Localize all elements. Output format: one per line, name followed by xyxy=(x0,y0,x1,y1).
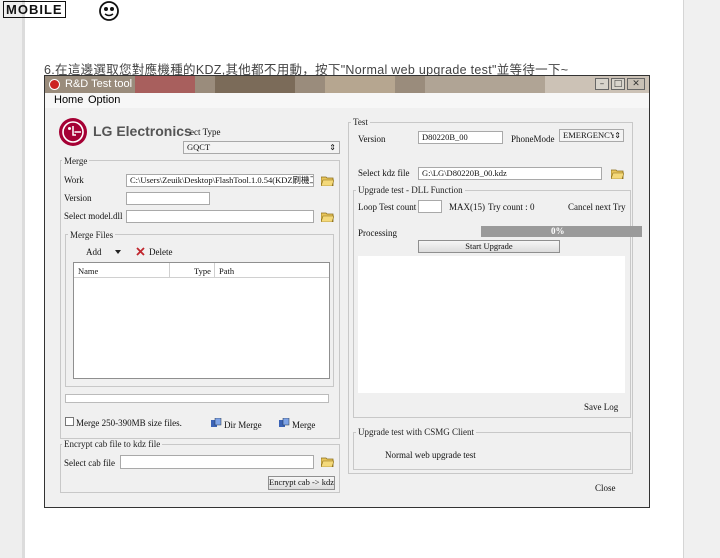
upgrade-log-area[interactable] xyxy=(358,256,625,393)
page-left-margin xyxy=(0,0,22,558)
kdz-path-input[interactable]: G:\LG\D80220B_00.kdz xyxy=(418,167,602,180)
csmg-group-label: Upgrade test with CSMG Client xyxy=(356,427,476,437)
progress-percent-text: 0% xyxy=(551,226,565,236)
cab-browse-folder-icon[interactable] xyxy=(321,457,334,467)
kdz-browse-folder-icon[interactable] xyxy=(611,169,624,179)
merge-progress-bar xyxy=(65,394,329,403)
rd-test-tool-window: R&D Test tool – □ ✕ Home Option LG Elect… xyxy=(44,75,650,508)
site-logo[interactable]: MOBILE xyxy=(3,1,66,18)
merge-size-checkbox-label: Merge 250-390MB size files. xyxy=(76,418,182,428)
menu-home[interactable]: Home xyxy=(54,94,83,106)
add-button[interactable]: Add xyxy=(86,247,102,257)
title-bar-background xyxy=(45,76,649,93)
lg-logo: LG Electronics xyxy=(59,118,193,146)
lg-logo-mark-icon xyxy=(59,118,87,146)
dir-merge-icon xyxy=(211,418,222,427)
phone-mode-value: EMERGENCY xyxy=(563,130,616,140)
column-header-path[interactable]: Path xyxy=(219,266,234,276)
lg-brand-text: LG Electronics xyxy=(93,123,192,139)
merge-version-label: Version xyxy=(64,193,92,203)
page-right-sidebar xyxy=(683,0,720,558)
select-cab-input[interactable] xyxy=(120,455,314,469)
phone-mode-label: PhoneMode xyxy=(511,134,555,144)
window-title: R&D Test tool xyxy=(65,78,133,90)
test-version-label: Version xyxy=(358,134,386,144)
merge-files-list[interactable]: Name Type Path xyxy=(73,262,330,379)
chevron-down-icon: ⇕ xyxy=(329,143,336,152)
test-version-input[interactable]: D80220B_00 xyxy=(418,131,503,144)
start-upgrade-button[interactable]: Start Upgrade xyxy=(418,240,560,253)
add-dropdown-chevron-icon[interactable] xyxy=(115,250,121,254)
try-count-label: Try count : xyxy=(488,202,528,212)
model-dll-browse-folder-icon[interactable] xyxy=(321,212,334,222)
column-divider xyxy=(214,263,215,277)
page-left-border xyxy=(22,0,25,558)
select-model-dll-label: Select model.dll xyxy=(64,211,123,221)
close-window-button[interactable]: ✕ xyxy=(627,78,645,90)
phone-mode-chevron-icon: ⇕ xyxy=(614,130,621,141)
column-header-name[interactable]: Name xyxy=(78,266,98,276)
column-header-type[interactable]: Type xyxy=(194,266,211,276)
cancel-next-try-button[interactable]: Cancel next Try xyxy=(568,202,626,212)
try-count-value: 0 xyxy=(530,202,535,212)
loop-test-count-label: Loop Test count xyxy=(358,202,417,212)
delete-button[interactable]: Delete xyxy=(149,247,172,257)
merge-files-group-label: Merge Files xyxy=(68,230,116,240)
work-browse-folder-icon[interactable] xyxy=(321,176,334,186)
minimize-button[interactable]: – xyxy=(595,78,609,90)
app-icon xyxy=(49,79,60,90)
merge-group-label: Merge xyxy=(62,156,90,166)
merge-version-input[interactable] xyxy=(126,192,210,205)
menu-option[interactable]: Option xyxy=(88,94,120,106)
upgrade-test-group-label: Upgrade test - DLL Function xyxy=(356,185,465,195)
max-count-label: MAX(15) xyxy=(449,202,485,212)
work-path-input[interactable]: C:\Users\Zeuik\Desktop\FlashTool.1.0.54(… xyxy=(126,174,314,187)
test-group-label: Test xyxy=(351,117,370,127)
merge-button[interactable]: Merge xyxy=(292,420,315,430)
merge-icon xyxy=(279,418,290,427)
site-logo-face-icon xyxy=(99,1,119,21)
select-type-value: GQCT xyxy=(187,142,211,152)
encrypt-group-label: Encrypt cab file to kdz file xyxy=(62,439,163,449)
close-button[interactable]: Close xyxy=(595,483,616,493)
maximize-button[interactable]: □ xyxy=(611,78,625,90)
dir-merge-button[interactable]: Dir Merge xyxy=(224,420,262,430)
processing-label: Processing xyxy=(358,228,397,238)
normal-web-upgrade-button[interactable]: Normal web upgrade test xyxy=(385,450,476,460)
save-log-button[interactable]: Save Log xyxy=(584,402,618,412)
delete-x-icon[interactable] xyxy=(136,247,145,256)
site-logo-text: MOBILE xyxy=(3,1,66,18)
phone-mode-dropdown[interactable]: EMERGENCY ⇕ xyxy=(559,129,624,142)
select-type-dropdown[interactable]: GQCT ⇕ xyxy=(183,141,340,154)
select-kdz-label: Select kdz file xyxy=(358,168,410,178)
select-cab-label: Select cab file xyxy=(64,458,115,468)
column-divider xyxy=(169,263,170,277)
work-label: Work xyxy=(64,175,84,185)
menu-bar: Home Option xyxy=(45,93,649,108)
merge-size-checkbox[interactable] xyxy=(65,417,74,426)
title-bar[interactable]: R&D Test tool – □ ✕ xyxy=(45,76,649,93)
loop-test-count-input[interactable] xyxy=(418,200,442,213)
encrypt-cab-kdz-button[interactable]: Encrypt cab -> kdz xyxy=(268,476,335,490)
processing-progress-bar: 0% xyxy=(481,226,642,237)
select-type-label: ect Type xyxy=(190,127,221,137)
model-dll-input[interactable] xyxy=(126,210,314,223)
